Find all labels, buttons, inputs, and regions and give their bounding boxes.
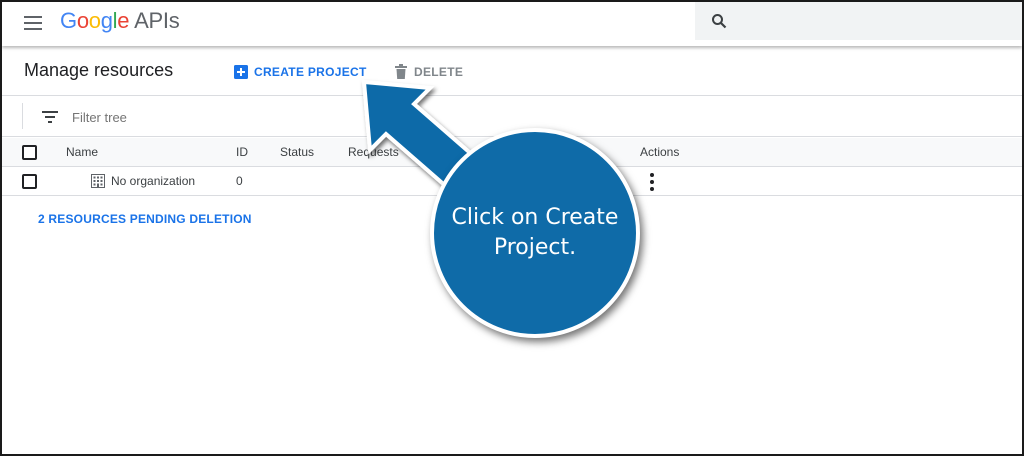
organization-building-icon xyxy=(91,174,105,188)
column-header-name[interactable]: Name xyxy=(66,145,98,159)
callout-bubble: Click on Create Project. xyxy=(430,128,640,338)
menu-icon[interactable] xyxy=(22,12,44,34)
top-app-bar: Google APIs xyxy=(2,2,1022,46)
column-header-id[interactable]: ID xyxy=(236,145,248,159)
search-icon[interactable] xyxy=(711,13,727,29)
filter-icon[interactable] xyxy=(42,110,58,124)
window-frame: Google APIs Manage resources CREATE PROJE… xyxy=(0,0,1024,456)
google-apis-logo[interactable]: Google APIs xyxy=(60,8,180,34)
row-id: 0 xyxy=(236,174,243,188)
callout-text: Click on Create Project. xyxy=(451,205,619,260)
row-name[interactable]: No organization xyxy=(111,174,195,188)
page-title: Manage resources xyxy=(24,60,174,80)
pending-deletion-link[interactable]: 2 RESOURCES PENDING DELETION xyxy=(38,212,252,226)
row-checkbox[interactable] xyxy=(22,174,37,189)
filter-divider xyxy=(22,103,23,129)
filter-tree-input[interactable] xyxy=(72,107,372,127)
column-header-actions: Actions xyxy=(640,145,680,159)
select-all-checkbox[interactable] xyxy=(22,145,37,160)
add-box-icon xyxy=(234,65,248,79)
search-box[interactable] xyxy=(695,2,1022,40)
column-header-status[interactable]: Status xyxy=(280,145,314,159)
more-actions-icon[interactable] xyxy=(646,172,658,192)
